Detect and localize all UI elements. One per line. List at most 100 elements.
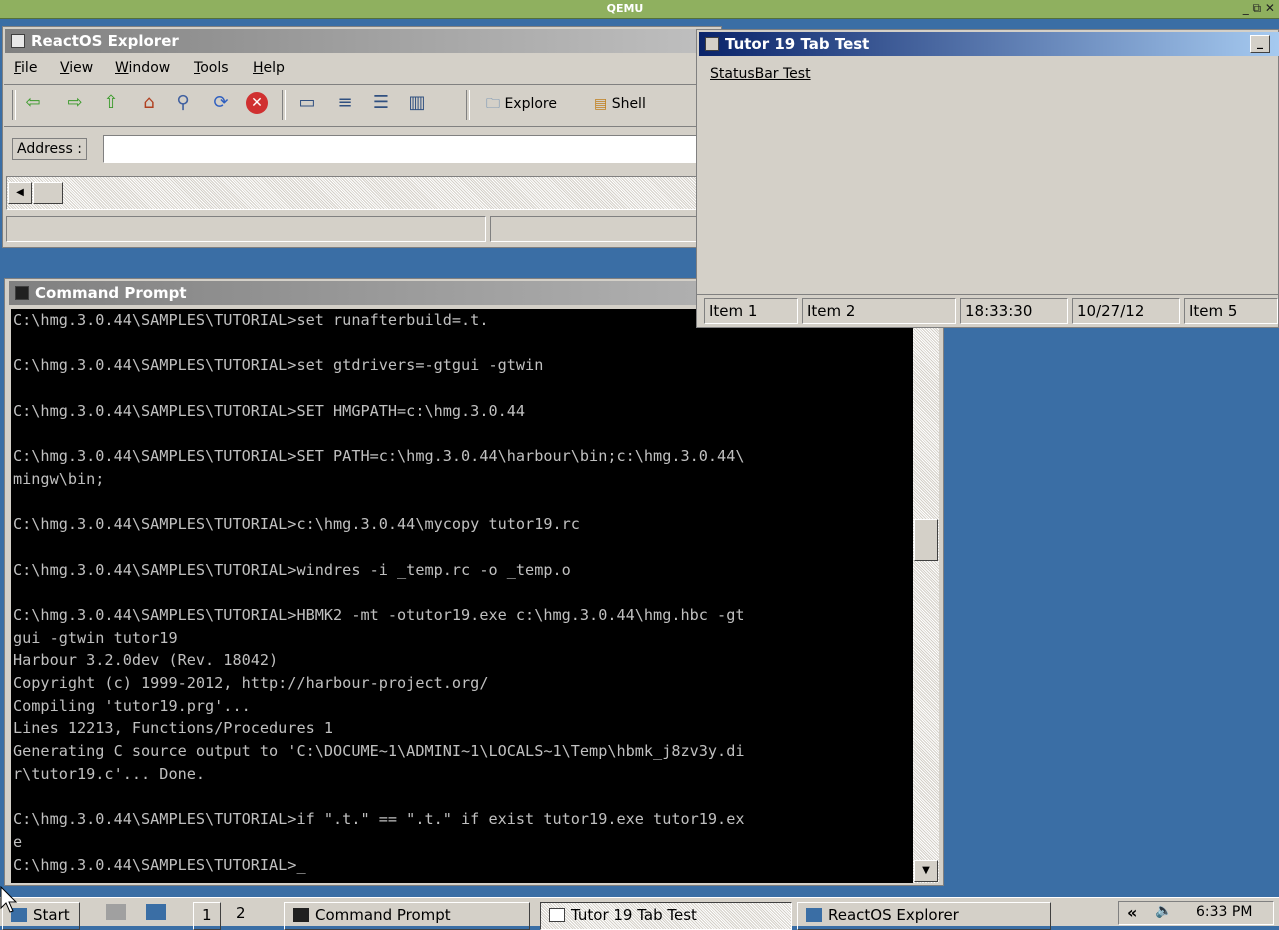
cmd-line: e: [13, 832, 23, 851]
cmd-line: Compiling 'tutor19.prg'...: [13, 696, 251, 715]
back-icon[interactable]: ⇦: [22, 92, 44, 114]
toolbar-separator: [466, 90, 470, 120]
desktop-2-button[interactable]: 2: [236, 904, 246, 922]
menu-window[interactable]: Window: [115, 60, 170, 76]
cmd-line: Generating C source output to 'C:\DOCUME…: [13, 742, 745, 761]
tutor-app-icon: [705, 37, 719, 51]
cmd-line: C:\hmg.3.0.44\SAMPLES\TUTORIAL>SET PATH=…: [13, 447, 745, 466]
show-desktop-icon[interactable]: [106, 904, 126, 920]
status-pane-2: Item 2: [802, 298, 956, 324]
clock[interactable]: 6:33 PM: [1196, 904, 1252, 920]
explorer-title: ReactOS Explorer: [31, 32, 179, 50]
menu-file[interactable]: File: [14, 60, 37, 76]
cmd-line: [13, 491, 913, 514]
cmd-line: C:\hmg.3.0.44\SAMPLES\TUTORIAL>_: [13, 855, 306, 874]
view-icons-icon[interactable]: ▥: [406, 92, 428, 114]
task-tutor[interactable]: Tutor 19 Tab Test: [540, 902, 792, 930]
task-reactos-explorer[interactable]: ReactOS Explorer: [797, 902, 1051, 930]
mouse-cursor-icon: [0, 886, 18, 913]
task-command-prompt[interactable]: Command Prompt: [284, 902, 530, 930]
cmd-line: r\tutor19.c'... Done.: [13, 764, 206, 783]
explore-label: Explore: [504, 96, 557, 112]
menu-help[interactable]: Help: [253, 60, 285, 76]
qemu-window-controls[interactable]: _ ⧉ ✕: [1243, 1, 1275, 16]
shell-label: Shell: [611, 96, 646, 112]
address-label: Address :: [12, 138, 87, 160]
start-label: Start: [33, 906, 70, 924]
new-window-icon[interactable]: ▭: [296, 92, 318, 114]
cmd-line: Copyright (c) 1999-2012, http://harbour-…: [13, 674, 489, 692]
cmd-output[interactable]: C:\hmg.3.0.44\SAMPLES\TUTORIAL>set runaf…: [11, 309, 913, 883]
status-pane-1: Item 1: [704, 298, 798, 324]
cmd-line: [13, 581, 913, 604]
cmd-app-icon: [15, 286, 29, 300]
status-pane-time: 18:33:30: [960, 298, 1068, 324]
cmd-line: [13, 332, 913, 355]
cmd-line: [13, 377, 913, 400]
task-label: Tutor 19 Tab Test: [571, 906, 697, 924]
address-input[interactable]: [103, 135, 703, 163]
home-icon[interactable]: ⌂: [138, 92, 160, 114]
taskbar: Start 1 2 Command Prompt Tutor 19 Tab Te…: [0, 897, 1279, 930]
cmd-line: C:\hmg.3.0.44\SAMPLES\TUTORIAL>HBMK2 -mt…: [13, 605, 745, 624]
cmd-line: C:\hmg.3.0.44\SAMPLES\TUTORIAL>set gtdri…: [13, 356, 544, 375]
tray-expand-icon[interactable]: «: [1127, 903, 1137, 922]
explore-button[interactable]: 🗀 Explore: [486, 92, 557, 116]
system-tray: « 🔈 6:33 PM: [1118, 901, 1274, 925]
scroll-down-icon[interactable]: ▼: [914, 860, 938, 882]
tutor-task-icon: [549, 908, 565, 922]
toolbar-separator: [282, 90, 286, 120]
cmd-line: mingw\bin;: [13, 469, 105, 488]
shell-button[interactable]: ▤ Shell: [594, 92, 646, 116]
cmd-line: C:\hmg.3.0.44\SAMPLES\TUTORIAL>if ".t." …: [13, 810, 745, 829]
refresh-icon[interactable]: ⟳: [210, 92, 232, 114]
toolbar-separator: [12, 90, 16, 120]
explorer-titlebar[interactable]: ReactOS Explorer: [5, 29, 719, 53]
scroll-left-icon[interactable]: ◀: [8, 182, 32, 204]
explorer-horizontal-scrollbar[interactable]: ◀: [6, 176, 706, 210]
cmd-line: Harbour 3.2.0dev (Rev. 18042): [13, 651, 279, 670]
status-pane-date: 10/27/12: [1072, 298, 1180, 324]
tutor-title: Tutor 19 Tab Test: [725, 35, 870, 53]
cmd-line: C:\hmg.3.0.44\SAMPLES\TUTORIAL>SET HMGPA…: [13, 401, 526, 420]
cmd-line: C:\hmg.3.0.44\SAMPLES\TUTORIAL>c:\hmg.3.…: [13, 515, 580, 534]
explorer-status-pane: [6, 216, 486, 242]
forward-icon[interactable]: ⇨: [64, 92, 86, 114]
statusbar-divider: [697, 294, 1279, 295]
folder-icon: 🗀: [486, 96, 500, 112]
cmd-line: gui -gtwin tutor19: [13, 628, 178, 647]
cmd-task-icon: [293, 908, 309, 922]
cmd-title: Command Prompt: [35, 284, 187, 302]
menu-tools[interactable]: Tools: [194, 60, 229, 76]
status-pane-5: Item 5: [1184, 298, 1278, 324]
desktop-1-button[interactable]: 1: [193, 902, 221, 930]
scroll-thumb[interactable]: [33, 182, 63, 204]
explorer-status-pane: [490, 216, 704, 242]
cmd-line: C:\hmg.3.0.44\SAMPLES\TUTORIAL>windres -…: [13, 560, 571, 579]
cmd-line: [13, 785, 913, 808]
view-details-icon[interactable]: ☰: [370, 92, 392, 114]
view-list-icon[interactable]: ≡: [334, 92, 356, 114]
menu-divider: [4, 84, 704, 85]
cmd-line: [13, 536, 913, 559]
volume-icon[interactable]: 🔈: [1155, 903, 1172, 919]
menu-statusbar-test[interactable]: StatusBar Test: [710, 66, 811, 82]
explorer-app-icon: [11, 34, 25, 48]
explorer-quicklaunch-icon[interactable]: [146, 904, 166, 920]
up-icon[interactable]: ⇧: [100, 92, 122, 114]
cmd-vertical-scrollbar[interactable]: ▼: [913, 309, 939, 883]
cmd-line: [13, 422, 913, 445]
tutor-window: Tutor 19 Tab Test _ StatusBar Test Item …: [696, 29, 1279, 328]
tutor-titlebar[interactable]: Tutor 19 Tab Test _: [699, 32, 1279, 56]
toolbar-divider: [4, 126, 704, 127]
explorer-task-icon: [806, 908, 822, 922]
task-label: Command Prompt: [315, 906, 451, 924]
task-label: ReactOS Explorer: [828, 906, 959, 924]
minimize-icon[interactable]: _: [1250, 35, 1270, 53]
cmd-line: Lines 12213, Functions/Procedures 1: [13, 719, 334, 738]
menu-view[interactable]: View: [60, 60, 93, 76]
shell-icon: ▤: [594, 96, 608, 112]
search-icon[interactable]: ⚲: [172, 92, 194, 114]
cmd-scroll-thumb[interactable]: [914, 519, 938, 561]
stop-icon[interactable]: ✕: [246, 92, 268, 114]
